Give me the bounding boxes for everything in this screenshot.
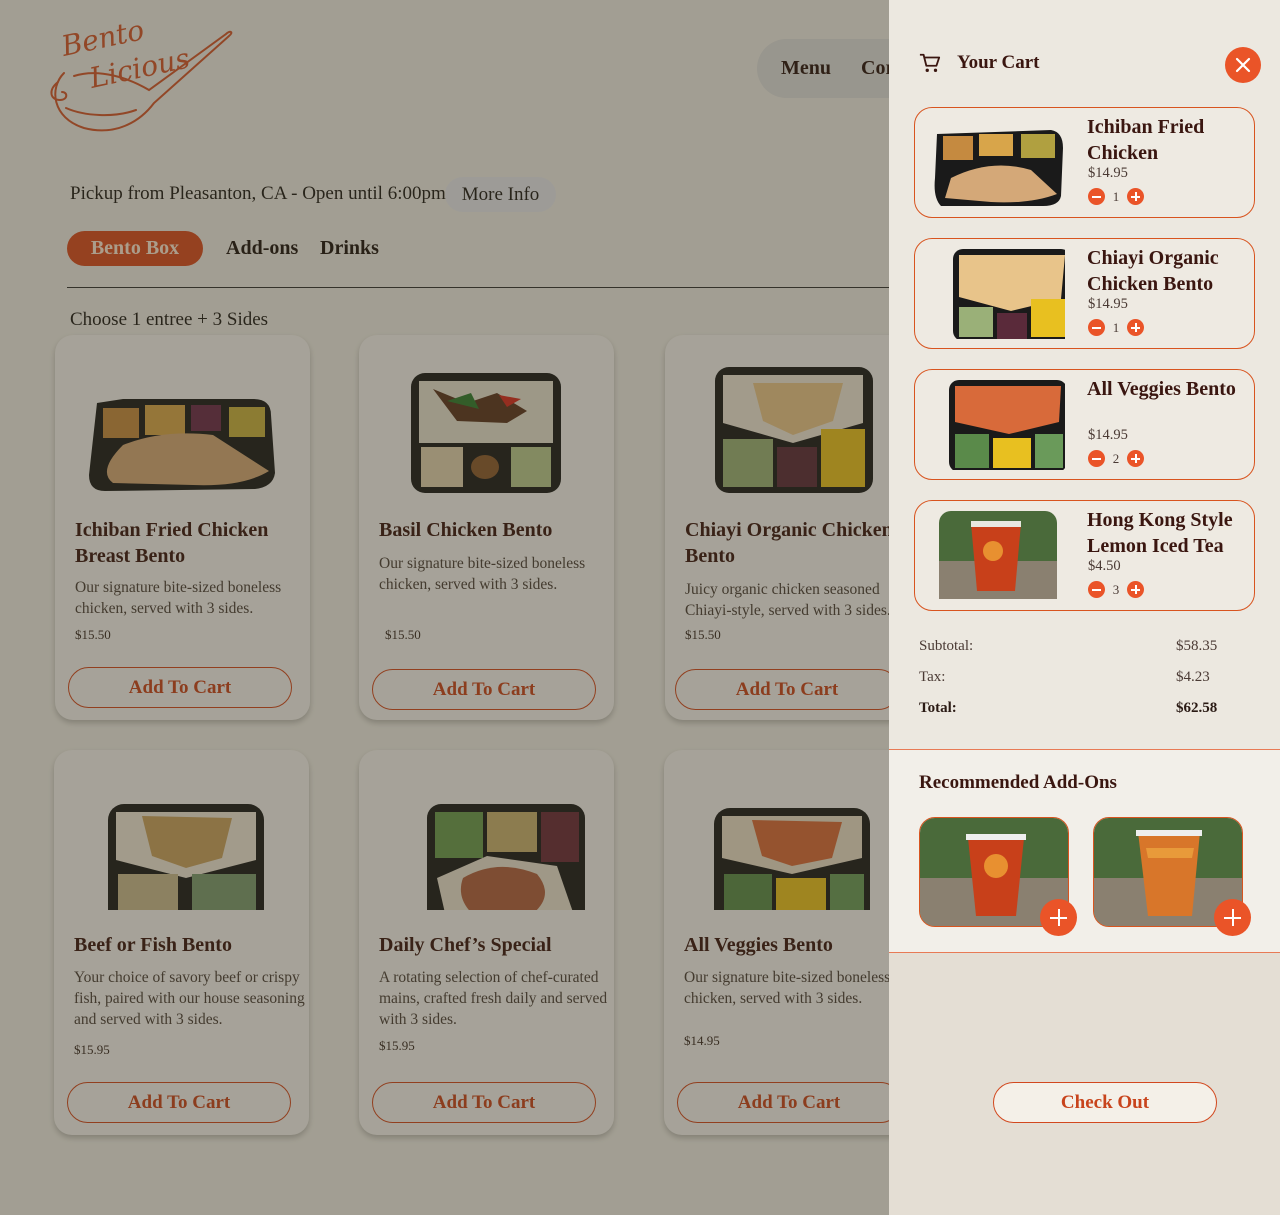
plus-icon[interactable] xyxy=(1127,319,1144,336)
total-value: $62.58 xyxy=(1176,700,1218,716)
item-price: $14.95 xyxy=(1088,165,1128,181)
item-thumbnail xyxy=(949,380,1065,470)
plus-icon[interactable] xyxy=(1127,450,1144,467)
minus-icon[interactable] xyxy=(1088,450,1105,467)
item-price: $14.95 xyxy=(1088,427,1128,443)
item-name: Chiayi Organic Chicken Bento xyxy=(1087,247,1219,295)
total-label: Total: xyxy=(919,700,957,716)
checkout-button[interactable]: Check Out xyxy=(993,1082,1217,1123)
recommended-title: Recommended Add-Ons xyxy=(919,772,1117,793)
cart-item: All Veggies Bento $14.95 2 xyxy=(914,369,1255,480)
item-name: All Veggies Bento xyxy=(1087,378,1236,400)
item-thumbnail xyxy=(939,511,1057,599)
item-name: Ichiban Fried Chicken xyxy=(1087,116,1205,164)
cart-panel: Your Cart Ichiban Fried Chicken $14.95 1 xyxy=(889,0,1280,1215)
tax-label: Tax: xyxy=(919,669,946,685)
quantity-stepper: 2 xyxy=(1088,450,1144,467)
add-addon-button[interactable] xyxy=(1214,899,1251,936)
item-quantity: 2 xyxy=(1112,450,1120,466)
subtotal-label: Subtotal: xyxy=(919,638,974,654)
minus-icon[interactable] xyxy=(1088,581,1105,598)
quantity-stepper: 3 xyxy=(1088,581,1144,598)
close-icon xyxy=(1235,57,1251,73)
minus-icon[interactable] xyxy=(1088,188,1105,205)
item-quantity: 3 xyxy=(1112,581,1120,597)
cart-title: Your Cart xyxy=(957,52,1040,73)
plus-icon[interactable] xyxy=(1127,188,1144,205)
cart-header: Your Cart xyxy=(919,52,1040,74)
plus-icon[interactable] xyxy=(1127,581,1144,598)
subtotal-value: $58.35 xyxy=(1176,638,1218,654)
cart-contents: Your Cart Ichiban Fried Chicken $14.95 1 xyxy=(889,0,1280,749)
cart-item: Ichiban Fried Chicken $14.95 1 xyxy=(914,107,1255,218)
item-thumbnail xyxy=(953,249,1065,339)
quantity-stepper: 1 xyxy=(1088,188,1144,205)
item-price: $14.95 xyxy=(1088,296,1128,312)
quantity-stepper: 1 xyxy=(1088,319,1144,336)
recommended-addons: Recommended Add-Ons xyxy=(889,749,1280,953)
item-name: Hong Kong Style Lemon Iced Tea xyxy=(1087,509,1233,557)
cart-item: Chiayi Organic Chicken Bento $14.95 1 xyxy=(914,238,1255,349)
close-button[interactable] xyxy=(1225,47,1261,83)
add-addon-button[interactable] xyxy=(1040,899,1077,936)
cart-item: Hong Kong Style Lemon Iced Tea $4.50 3 xyxy=(914,500,1255,611)
item-quantity: 1 xyxy=(1112,188,1120,204)
item-price: $4.50 xyxy=(1088,558,1121,574)
item-thumbnail xyxy=(934,130,1063,206)
tax-value: $4.23 xyxy=(1176,669,1210,685)
item-quantity: 1 xyxy=(1112,319,1120,335)
minus-icon[interactable] xyxy=(1088,319,1105,336)
cart-icon xyxy=(919,53,941,72)
